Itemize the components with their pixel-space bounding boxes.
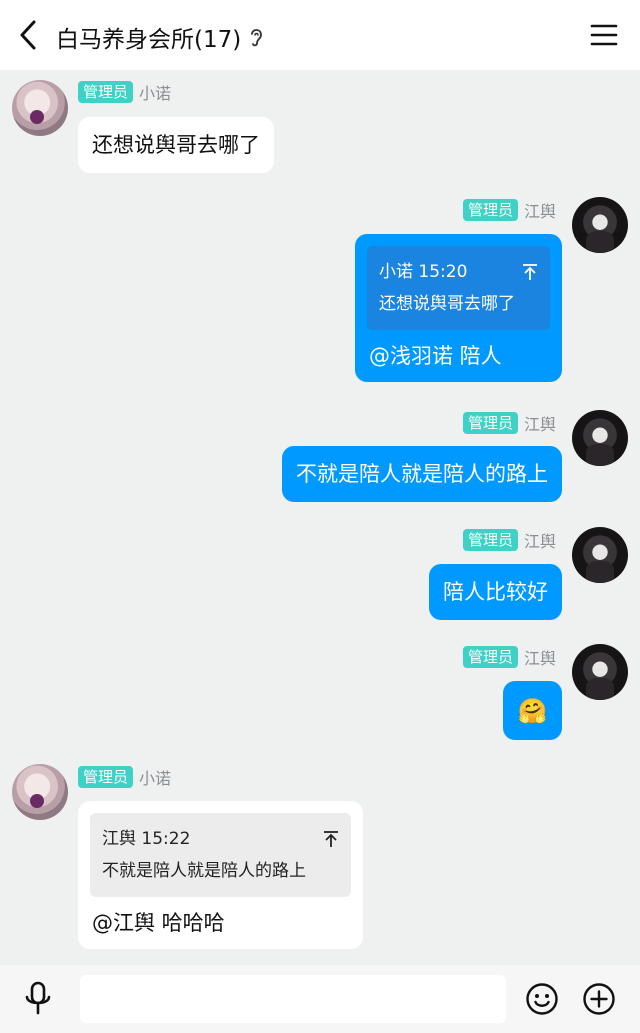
message-list[interactable]: 管理员 小诺 还想说舆哥去哪了 管理员 江舆 小诺 15:20 还想说舆哥去哪了… <box>0 70 640 965</box>
quoted-message[interactable]: 江舆 15:22 不就是陪人就是陪人的路上 <box>90 813 351 897</box>
sender-name: 江舆 <box>523 202 556 221</box>
sender-meta: 管理员 小诺 <box>78 765 171 789</box>
message-bubble[interactable]: 🤗 <box>503 681 562 740</box>
admin-badge: 管理员 <box>78 766 134 788</box>
quote-author-time: 江舆 15:22 <box>102 829 191 849</box>
chevron-left-icon[interactable] <box>14 18 44 52</box>
avatar[interactable] <box>572 410 628 466</box>
message-bubble[interactable]: 小诺 15:20 还想说舆哥去哪了 @浅羽诺 陪人 <box>355 234 562 382</box>
message-text: 陪人比较好 <box>443 580 548 604</box>
message-bubble[interactable]: 不就是陪人就是陪人的路上 <box>282 446 562 502</box>
plus-circle-icon[interactable] <box>582 982 616 1016</box>
chat-header: 白马养身会所(17) <box>0 0 640 70</box>
sender-meta: 管理员 小诺 <box>78 80 171 104</box>
hamburger-menu-icon[interactable] <box>590 22 618 48</box>
sender-meta: 管理员 江舆 <box>462 645 556 669</box>
avatar[interactable] <box>572 197 628 253</box>
admin-badge: 管理员 <box>462 646 518 668</box>
admin-badge: 管理员 <box>462 529 518 551</box>
smiley-icon[interactable] <box>525 982 559 1016</box>
admin-badge: 管理员 <box>462 199 518 221</box>
jump-to-quote-icon[interactable] <box>522 263 538 281</box>
sender-name: 小诺 <box>139 769 172 788</box>
admin-badge: 管理员 <box>78 81 134 103</box>
avatar[interactable] <box>572 527 628 583</box>
message-text: 还想说舆哥去哪了 <box>92 133 260 157</box>
sender-meta: 管理员 江舆 <box>462 528 556 552</box>
message-bubble[interactable]: 江舆 15:22 不就是陪人就是陪人的路上 @江舆 哈哈哈 <box>78 801 363 949</box>
jump-to-quote-icon[interactable] <box>323 830 339 848</box>
sender-meta: 管理员 江舆 <box>462 198 556 222</box>
ear-icon <box>251 29 263 47</box>
hugging-face-emoji: 🤗 <box>517 696 548 725</box>
quote-text: 不就是陪人就是陪人的路上 <box>102 861 306 881</box>
avatar[interactable] <box>572 644 628 700</box>
sender-name: 小诺 <box>139 84 172 103</box>
quoted-message[interactable]: 小诺 15:20 还想说舆哥去哪了 <box>367 246 550 330</box>
message-bubble[interactable]: 陪人比较好 <box>429 564 562 620</box>
avatar[interactable] <box>12 764 68 820</box>
avatar[interactable] <box>12 80 68 136</box>
chat-title-wrap[interactable]: 白马养身会所(17) <box>56 20 265 54</box>
admin-badge: 管理员 <box>462 412 518 434</box>
sender-name: 江舆 <box>523 415 556 434</box>
sender-name: 江舆 <box>523 649 556 668</box>
message-text: @浅羽诺 陪人 <box>369 344 502 368</box>
message-bubble[interactable]: 还想说舆哥去哪了 <box>78 117 274 173</box>
message-text: 不就是陪人就是陪人的路上 <box>296 462 548 486</box>
input-bar <box>0 965 640 1033</box>
microphone-icon[interactable] <box>22 981 54 1017</box>
quote-text: 还想说舆哥去哪了 <box>379 294 515 314</box>
sender-name: 江舆 <box>523 532 556 551</box>
message-input[interactable] <box>80 975 506 1023</box>
quote-author-time: 小诺 15:20 <box>379 262 468 282</box>
sender-meta: 管理员 江舆 <box>462 411 556 435</box>
chat-title: 白马养身会所(17) <box>56 27 242 53</box>
message-text: @江舆 哈哈哈 <box>92 911 225 935</box>
